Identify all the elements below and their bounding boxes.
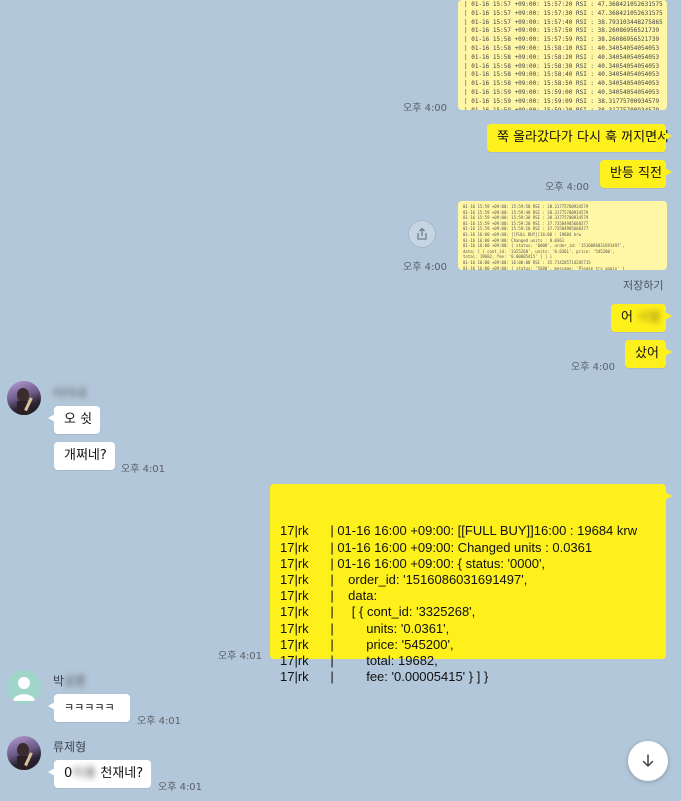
log-image-thumbnail-1[interactable]: | 01-16 15:57 +09:00: 15:57:20 RSI : 47.… — [458, 0, 667, 110]
text-line: 17|rk | order_id: '1516086031691497', — [280, 572, 528, 588]
text-line: | 01-16 15:58 +09:00: 15:58:40 RSI : 40.… — [464, 71, 660, 79]
text-line: 01-16 16:00 +09:00: { status: '5600', me… — [463, 265, 625, 270]
text-line: | 01-16 15:57 +09:00: 15:57:40 RSI : 38.… — [464, 18, 663, 26]
message-time: 오후 4:00 — [403, 103, 448, 114]
profile-photo-icon[interactable] — [7, 381, 41, 415]
default-profile-icon[interactable] — [7, 670, 41, 704]
sender-name: 이이내 — [53, 384, 86, 401]
my-message-bubble[interactable]: 반등 직전 — [600, 160, 672, 188]
my-message-bubble[interactable]: 쭉 올라갔다가 다시 훅 꺼지면서 — [487, 124, 672, 152]
message-text: 개쩌네? — [64, 448, 107, 463]
blurred-text: 시발 — [637, 310, 662, 325]
blurred-text: 이용 — [72, 766, 97, 781]
text-line: 17|rk | units: '0.0361', — [280, 620, 450, 636]
text-line: 17|rk | data: — [280, 588, 378, 604]
text-line: 17|rk | 01-16 16:00 +09:00: { status: '0… — [280, 555, 546, 571]
message-text: 오 쉿 — [64, 412, 93, 427]
text-line: 17|rk | price: '545200', — [280, 636, 454, 652]
avatar-figure — [17, 388, 33, 415]
text-line: | 01-16 15:58 +09:00: 15:58:50 RSI : 40.… — [464, 80, 660, 88]
text-line: | 01-16 15:57 +09:00: 15:57:20 RSI : 47.… — [464, 1, 663, 8]
my-message-bubble[interactable]: 샀어 — [625, 340, 672, 368]
text-line: | 01-16 15:57 +09:00: 15:57:50 RSI : 38.… — [464, 27, 660, 35]
arrow-down-icon — [642, 754, 654, 767]
message-time: 오후 4:00 — [403, 262, 448, 273]
text-line: 17|rk | 01-16 16:00 +09:00: [[FULL BUY]]… — [280, 523, 638, 539]
sender-name: 류제형 — [53, 740, 87, 754]
sender-name: 박상훈 — [53, 672, 86, 689]
save-link[interactable]: 저장하기 — [623, 277, 663, 293]
message-text: 쭉 올라갔다가 다시 훅 꺼지면서 — [497, 130, 670, 145]
text-line: | 01-16 15:58 +09:00: 15:58:10 RSI : 40.… — [464, 44, 660, 52]
text-line: | 01-16 15:58 +09:00: 15:58:20 RSI : 40.… — [464, 53, 660, 61]
name-text: 박 — [53, 674, 65, 688]
my-message-bubble[interactable]: 어 시발 — [611, 304, 672, 332]
text-line: | 01-16 15:59 +09:00: 15:59:09 RSI : 38.… — [464, 97, 660, 105]
message-time: 오후 4:01 — [137, 716, 182, 727]
log-image-thumbnail-2[interactable]: 01-16 15:59 +09:00: 15:59:50 RSI : 38.31… — [458, 201, 667, 270]
blurred-name: 상훈 — [64, 674, 87, 688]
person-silhouette — [13, 677, 35, 701]
code-text: 17|rk | 01-16 16:00 +09:00: [[FULL BUY]]… — [280, 523, 656, 685]
share-button[interactable] — [408, 220, 436, 248]
their-message-bubble[interactable]: 개쩌네? — [54, 442, 115, 470]
message-text: 천재네? — [96, 766, 144, 781]
their-message-bubble[interactable]: 0 이용 천재네? — [48, 760, 151, 788]
scroll-to-bottom-button[interactable] — [628, 741, 668, 781]
text-line: | 01-16 15:58 +09:00: 15:57:59 RSI : 38.… — [464, 36, 660, 44]
share-icon — [417, 227, 427, 240]
message-time: 오후 4:00 — [571, 362, 616, 373]
log-image-text: | 01-16 15:57 +09:00: 15:57:20 RSI : 47.… — [464, 1, 663, 110]
message-text: 샀어 — [635, 346, 659, 361]
text-line: | 01-16 15:57 +09:00: 15:57:30 RSI : 47.… — [464, 9, 663, 17]
blurred-name: 이이내 — [53, 386, 87, 400]
text-line: 17|rk | total: 19682, — [280, 653, 438, 669]
message-text: ㅋㅋㅋㅋㅋ — [64, 701, 115, 714]
message-text: 0 — [64, 766, 73, 781]
log-image-text: 01-16 15:59 +09:00: 15:59:50 RSI : 38.31… — [463, 204, 662, 270]
my-code-message-bubble[interactable]: 17|rk | 01-16 16:00 +09:00: [[FULL BUY]]… — [270, 484, 672, 684]
message-time: 오후 4:00 — [545, 182, 590, 193]
text-line: | 01-16 15:59 +09:00: 15:59:00 RSI : 40.… — [464, 88, 660, 96]
text-line: | 01-16 15:58 +09:00: 15:58:30 RSI : 40.… — [464, 62, 660, 70]
text-line: | 01-16 15:59 +09:00: 15:59:20 RSI : 38.… — [464, 107, 661, 110]
text-line: 17|rk | fee: '0.00005415' } ] } — [280, 669, 489, 685]
message-text: 반등 직전 — [610, 166, 662, 181]
message-time: 오후 4:01 — [218, 651, 263, 662]
their-message-bubble[interactable]: ㅋㅋㅋㅋㅋ — [48, 694, 130, 722]
avatar-figure — [17, 743, 33, 770]
text-line: 17|rk | 01-16 16:00 +09:00: Changed unit… — [280, 539, 593, 555]
text-line: 17|rk | [ { cont_id: '3325268', — [280, 604, 476, 620]
profile-photo-icon[interactable] — [7, 736, 41, 770]
their-message-bubble[interactable]: 오 쉿 — [48, 406, 100, 434]
message-text: 어 — [621, 310, 638, 325]
message-time: 오후 4:01 — [121, 464, 166, 475]
message-time: 오후 4:01 — [158, 782, 203, 793]
